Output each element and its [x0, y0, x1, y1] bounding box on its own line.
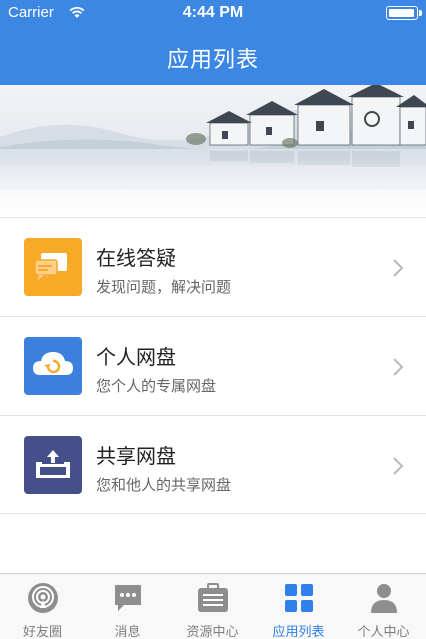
page-title: 应用列表	[166, 48, 259, 73]
chevron-right-icon	[393, 259, 404, 277]
tab-personal-center[interactable]: 个人中心	[341, 574, 426, 639]
tab-label: 应用列表	[272, 625, 325, 639]
list-item-title: 个人网盘	[96, 345, 176, 369]
landscape-illustration	[0, 85, 426, 217]
status-bar: Carrier 4:44 PM	[0, 0, 426, 28]
chevron-right-icon	[393, 457, 404, 475]
tab-bar: 好友圈 消息 资源中心 应用列表 个人中心	[0, 573, 426, 639]
podcast-circle-icon	[28, 583, 58, 613]
list-divider	[0, 513, 426, 514]
upload-tray-icon	[24, 436, 82, 494]
list-item-online-qa[interactable]: 在线答疑 发现问题，解决问题	[0, 217, 426, 315]
person-icon	[371, 584, 397, 613]
navigation-bar: 应用列表	[0, 28, 426, 85]
list-item-subtitle: 发现问题，解决问题	[96, 278, 232, 296]
tab-label: 消息	[114, 625, 141, 639]
list-item-title: 共享网盘	[96, 444, 176, 468]
chat-icon	[115, 585, 141, 611]
list-item-title: 在线答疑	[96, 246, 176, 270]
tab-app-list[interactable]: 应用列表	[256, 574, 341, 639]
chevron-right-icon	[393, 358, 404, 376]
list-item-subtitle: 您个人的专属网盘	[96, 377, 217, 395]
list-item-subtitle: 您和他人的共享网盘	[96, 476, 232, 494]
grid-icon	[285, 584, 313, 612]
tab-label: 资源中心	[186, 625, 239, 639]
tab-messages[interactable]: 消息	[85, 574, 170, 639]
cloud-sync-icon	[24, 337, 82, 395]
briefcase-icon	[198, 583, 228, 612]
clock: 4:44 PM	[182, 4, 244, 21]
battery-icon	[386, 6, 422, 20]
list-item-personal-disk[interactable]: 个人网盘 您个人的专属网盘	[0, 316, 426, 414]
tab-friends[interactable]: 好友圈	[0, 574, 85, 639]
tab-label: 好友圈	[22, 625, 62, 639]
list-item-shared-disk[interactable]: 共享网盘 您和他人的共享网盘	[0, 415, 426, 513]
banner-image	[0, 85, 426, 217]
tab-label: 个人中心	[357, 625, 410, 639]
tab-resource-center[interactable]: 资源中心	[170, 574, 255, 639]
chat-bubbles-icon	[24, 238, 82, 296]
